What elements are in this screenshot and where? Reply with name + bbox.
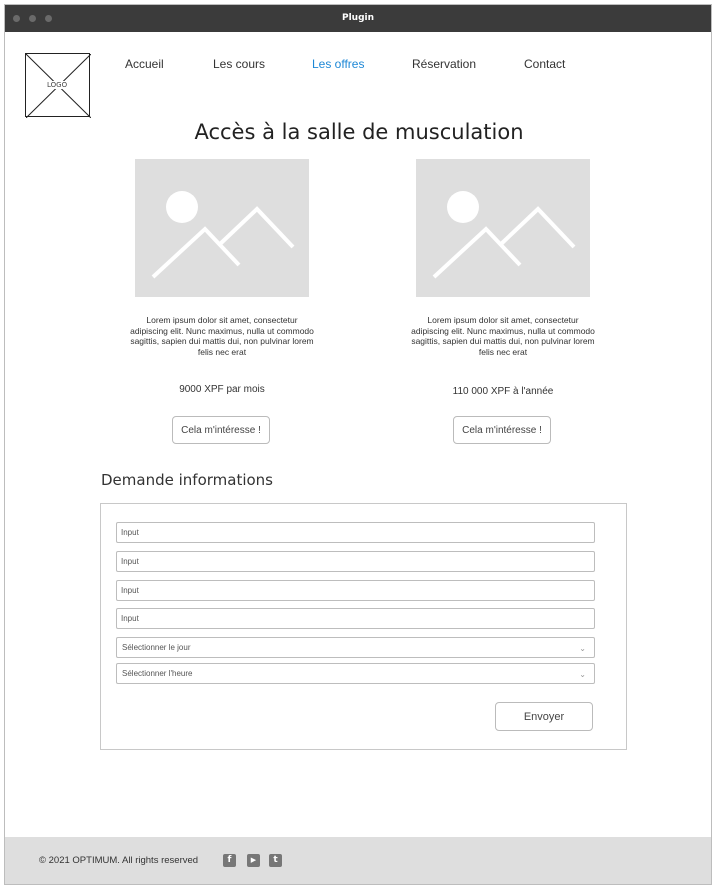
image-placeholder-icon [151, 191, 295, 279]
footer: © 2021 OPTIMUM. All rights reserved f ▶ … [5, 837, 711, 884]
form-input-field[interactable]: Input [116, 580, 595, 601]
offer-description: Lorem ipsum dolor sit amet, consectetur … [411, 315, 595, 357]
offer-image [135, 159, 309, 297]
interest-button[interactable]: Cela m'intéresse ! [172, 416, 270, 444]
submit-button[interactable]: Envoyer [495, 702, 593, 731]
interest-button[interactable]: Cela m'intéresse ! [453, 416, 551, 444]
browser-window: Plugin LOGO Accueil Les cours Les offres… [4, 4, 712, 885]
chevron-down-icon: ⌄ [579, 644, 586, 653]
offer-price: 110 000 XPF à l'année [452, 386, 554, 397]
nav-item-les-offres[interactable]: Les offres [312, 57, 364, 71]
nav-item-reservation[interactable]: Réservation [412, 57, 476, 71]
nav-item-contact[interactable]: Contact [524, 57, 565, 71]
offer-description: Lorem ipsum dolor sit amet, consectetur … [130, 315, 314, 357]
title-bar: Plugin [5, 5, 711, 32]
day-select-value: Sélectionner le jour [122, 643, 191, 652]
twitter-icon[interactable]: t [269, 854, 282, 867]
form-section-title: Demande informations [101, 471, 273, 489]
offer-price: 9000 XPF par mois [179, 384, 265, 395]
hour-select-value: Sélectionner l'heure [122, 669, 193, 678]
day-select[interactable]: Sélectionner le jour ⌄ [116, 637, 595, 658]
form-input-field[interactable]: Input [116, 608, 595, 629]
logo-text: LOGO [46, 81, 69, 89]
youtube-icon[interactable]: ▶ [247, 854, 260, 867]
offer-image [416, 159, 590, 297]
image-placeholder-icon [432, 191, 576, 279]
chevron-down-icon: ⌄ [579, 670, 586, 679]
nav-item-accueil[interactable]: Accueil [125, 57, 164, 71]
copyright-text: © 2021 OPTIMUM. All rights reserved [39, 855, 199, 866]
window-title: Plugin [341, 13, 375, 23]
hour-select[interactable]: Sélectionner l'heure ⌄ [116, 663, 595, 684]
page-title: Accès à la salle de musculation [194, 120, 524, 144]
logo[interactable]: LOGO [25, 53, 91, 118]
form-input-field[interactable]: Input [116, 522, 595, 543]
information-form: Input Input Input Input Sélectionner le … [100, 503, 627, 750]
form-input-field[interactable]: Input [116, 551, 595, 572]
facebook-icon[interactable]: f [223, 854, 236, 867]
nav-item-les-cours[interactable]: Les cours [213, 57, 265, 71]
